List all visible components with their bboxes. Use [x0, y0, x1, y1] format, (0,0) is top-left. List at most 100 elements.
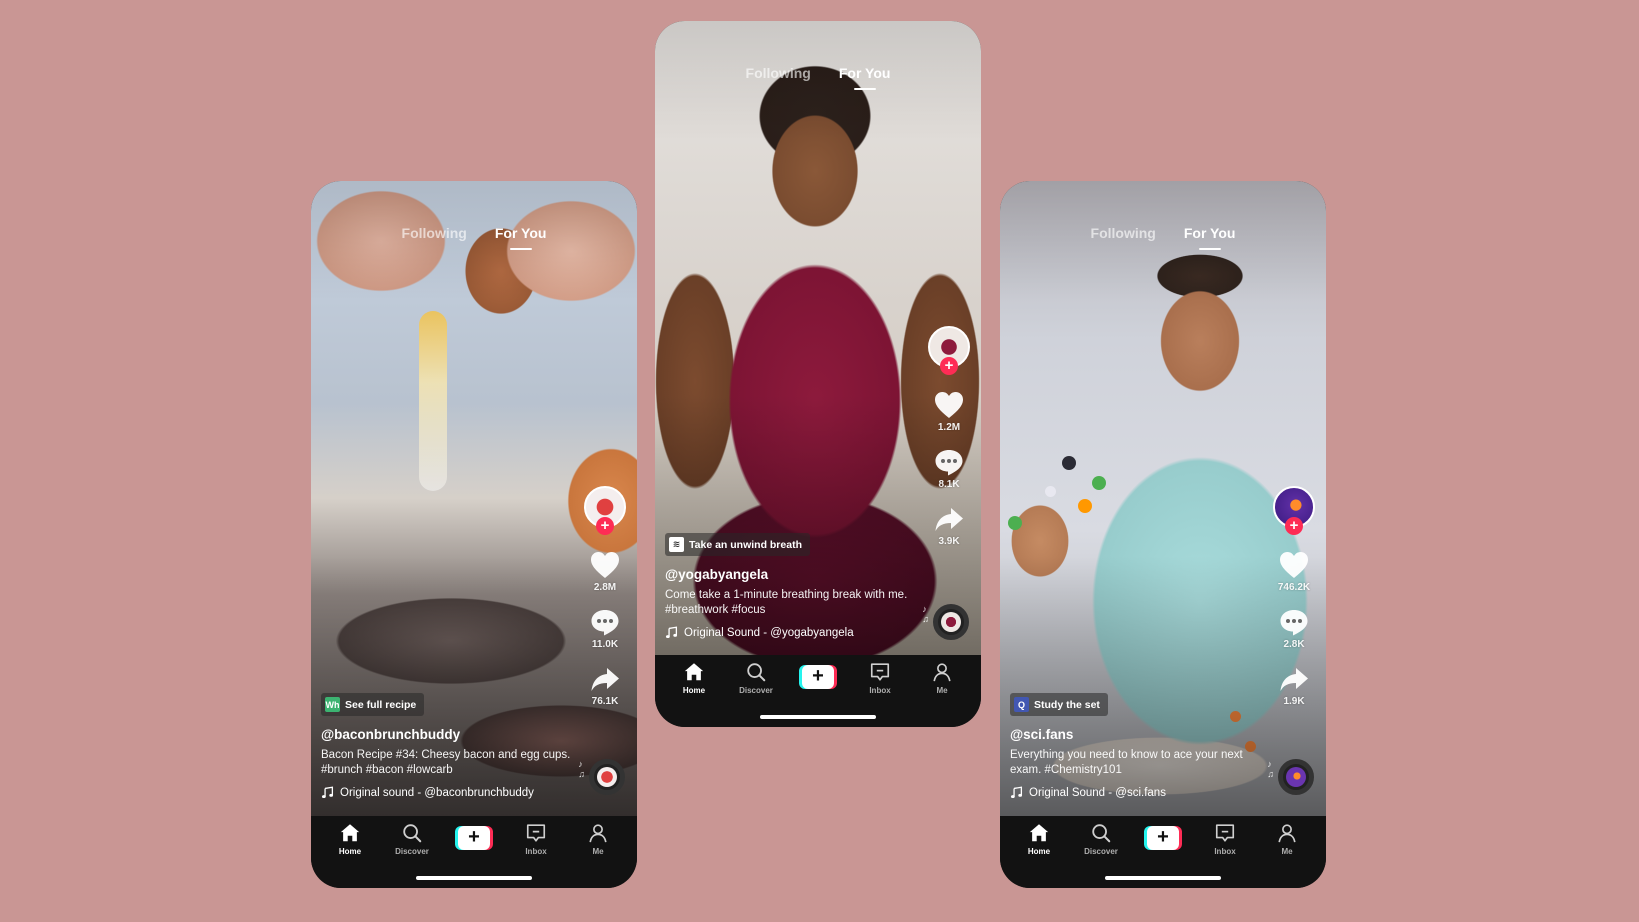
quizlet-icon: Q — [1014, 697, 1029, 712]
tab-following[interactable]: Following — [1091, 225, 1156, 241]
tab-for-you[interactable]: For You — [1184, 225, 1235, 250]
breathe-icon: ≋ — [669, 537, 684, 552]
action-rail: + 746.2K 2.8K 1.9K — [1270, 486, 1318, 721]
like-count: 1.2M — [937, 422, 961, 433]
feed-tabs: Following For You — [1000, 225, 1326, 250]
home-indicator[interactable] — [760, 715, 876, 719]
nav-discover-label: Discover — [1084, 847, 1118, 856]
nav-home[interactable]: Home — [324, 822, 376, 856]
follow-button[interactable]: + — [940, 357, 958, 375]
feed-tabs: Following For You — [311, 225, 637, 250]
nav-me[interactable]: Me — [572, 822, 624, 856]
tab-for-you[interactable]: For You — [839, 65, 890, 90]
home-icon — [683, 661, 705, 683]
like-button[interactable]: 1.2M — [933, 390, 965, 433]
sound-disc[interactable] — [589, 759, 625, 795]
sound-disc[interactable] — [933, 604, 969, 640]
follow-button[interactable]: + — [596, 517, 614, 535]
creator-avatar[interactable]: + — [1273, 486, 1315, 535]
music-note-icon — [321, 786, 334, 799]
create-button[interactable]: + — [799, 665, 837, 689]
bottom-nav: Home Discover + Inbox Me — [1000, 816, 1326, 888]
inbox-icon — [525, 822, 547, 844]
comment-count: 2.8K — [1283, 639, 1305, 650]
heart-icon — [933, 390, 965, 420]
anchor-chip-label: Take an unwind breath — [689, 538, 802, 551]
sound-link[interactable]: Original Sound - @yogabyangela — [665, 626, 919, 639]
music-notes-icon: ♪ ♫ — [578, 759, 585, 779]
nav-discover[interactable]: Discover — [730, 661, 782, 695]
comment-button[interactable]: 2.8K — [1278, 607, 1310, 650]
sound-label: Original sound - @baconbrunchbuddy — [340, 786, 534, 799]
heart-icon — [1278, 550, 1310, 580]
tab-following[interactable]: Following — [746, 65, 811, 81]
video-description: Bacon Recipe #34: Cheesy bacon and egg c… — [321, 749, 571, 776]
tab-for-you[interactable]: For You — [495, 225, 546, 250]
create-button[interactable]: + — [455, 826, 493, 850]
nav-me[interactable]: Me — [916, 661, 968, 695]
nav-me-label: Me — [592, 847, 604, 856]
creator-handle[interactable]: @baconbrunchbuddy — [321, 727, 575, 742]
nav-inbox-label: Inbox — [525, 847, 547, 856]
home-indicator[interactable] — [416, 876, 532, 880]
search-icon — [745, 661, 767, 683]
nav-inbox-label: Inbox — [1214, 847, 1236, 856]
sound-label: Original Sound - @yogabyangela — [684, 626, 854, 639]
nav-me[interactable]: Me — [1261, 822, 1313, 856]
nav-create[interactable]: + — [792, 661, 844, 695]
nav-create[interactable]: + — [448, 822, 500, 856]
like-button[interactable]: 2.8M — [589, 550, 621, 593]
video-caption: ≋ Take an unwind breath @yogabyangela Co… — [665, 533, 919, 639]
home-icon — [1028, 822, 1050, 844]
heart-icon — [589, 550, 621, 580]
comment-icon — [1278, 607, 1310, 637]
share-button[interactable]: 1.9K — [1278, 664, 1310, 707]
creator-avatar[interactable]: + — [928, 326, 970, 375]
nav-home-label: Home — [682, 686, 706, 695]
anchor-chip[interactable]: Q Study the set — [1010, 693, 1108, 716]
top-gradient — [655, 21, 981, 141]
sound-label: Original Sound - @sci.fans — [1029, 786, 1166, 799]
anchor-chip-label: See full recipe — [345, 698, 417, 711]
creator-avatar[interactable]: + — [584, 486, 626, 535]
comment-icon — [933, 447, 965, 477]
phone-middle: Following For You + 1.2M 8.1K 3.9K ≋ Tak… — [655, 21, 981, 727]
sound-disc-art — [941, 612, 961, 632]
home-indicator[interactable] — [1105, 876, 1221, 880]
sound-link[interactable]: Original Sound - @sci.fans — [1010, 786, 1264, 799]
nav-inbox[interactable]: Inbox — [1199, 822, 1251, 856]
sound-disc-art — [1286, 767, 1306, 787]
nav-create[interactable]: + — [1137, 822, 1189, 856]
like-button[interactable]: 746.2K — [1278, 550, 1310, 593]
search-icon — [1090, 822, 1112, 844]
action-rail: + 2.8M 11.0K 76.1K — [581, 486, 629, 721]
nav-inbox[interactable]: Inbox — [510, 822, 562, 856]
share-button[interactable]: 3.9K — [933, 504, 965, 547]
creator-handle[interactable]: @yogabyangela — [665, 567, 919, 582]
anchor-chip[interactable]: ≋ Take an unwind breath — [665, 533, 810, 556]
nav-me-label: Me — [936, 686, 948, 695]
sound-link[interactable]: Original sound - @baconbrunchbuddy — [321, 786, 575, 799]
sound-disc-art — [597, 767, 617, 787]
comment-button[interactable]: 8.1K — [933, 447, 965, 490]
phone-right: Following For You + 746.2K 2.8K 1.9K Q S… — [1000, 181, 1326, 888]
plus-icon: + — [1147, 826, 1179, 850]
comment-count: 11.0K — [591, 639, 619, 650]
nav-discover-label: Discover — [739, 686, 773, 695]
share-button[interactable]: 76.1K — [589, 664, 621, 707]
follow-button[interactable]: + — [1285, 517, 1303, 535]
sound-disc[interactable] — [1278, 759, 1314, 795]
music-notes-icon: ♪ ♫ — [1267, 759, 1274, 779]
nav-home[interactable]: Home — [1013, 822, 1065, 856]
create-button[interactable]: + — [1144, 826, 1182, 850]
creator-handle[interactable]: @sci.fans — [1010, 727, 1264, 742]
feed-tabs: Following For You — [655, 65, 981, 90]
nav-discover[interactable]: Discover — [386, 822, 438, 856]
comment-button[interactable]: 11.0K — [589, 607, 621, 650]
like-count: 746.2K — [1277, 582, 1311, 593]
anchor-chip[interactable]: Wh See full recipe — [321, 693, 425, 716]
tab-following[interactable]: Following — [402, 225, 467, 241]
nav-home[interactable]: Home — [668, 661, 720, 695]
nav-discover[interactable]: Discover — [1075, 822, 1127, 856]
nav-inbox[interactable]: Inbox — [854, 661, 906, 695]
